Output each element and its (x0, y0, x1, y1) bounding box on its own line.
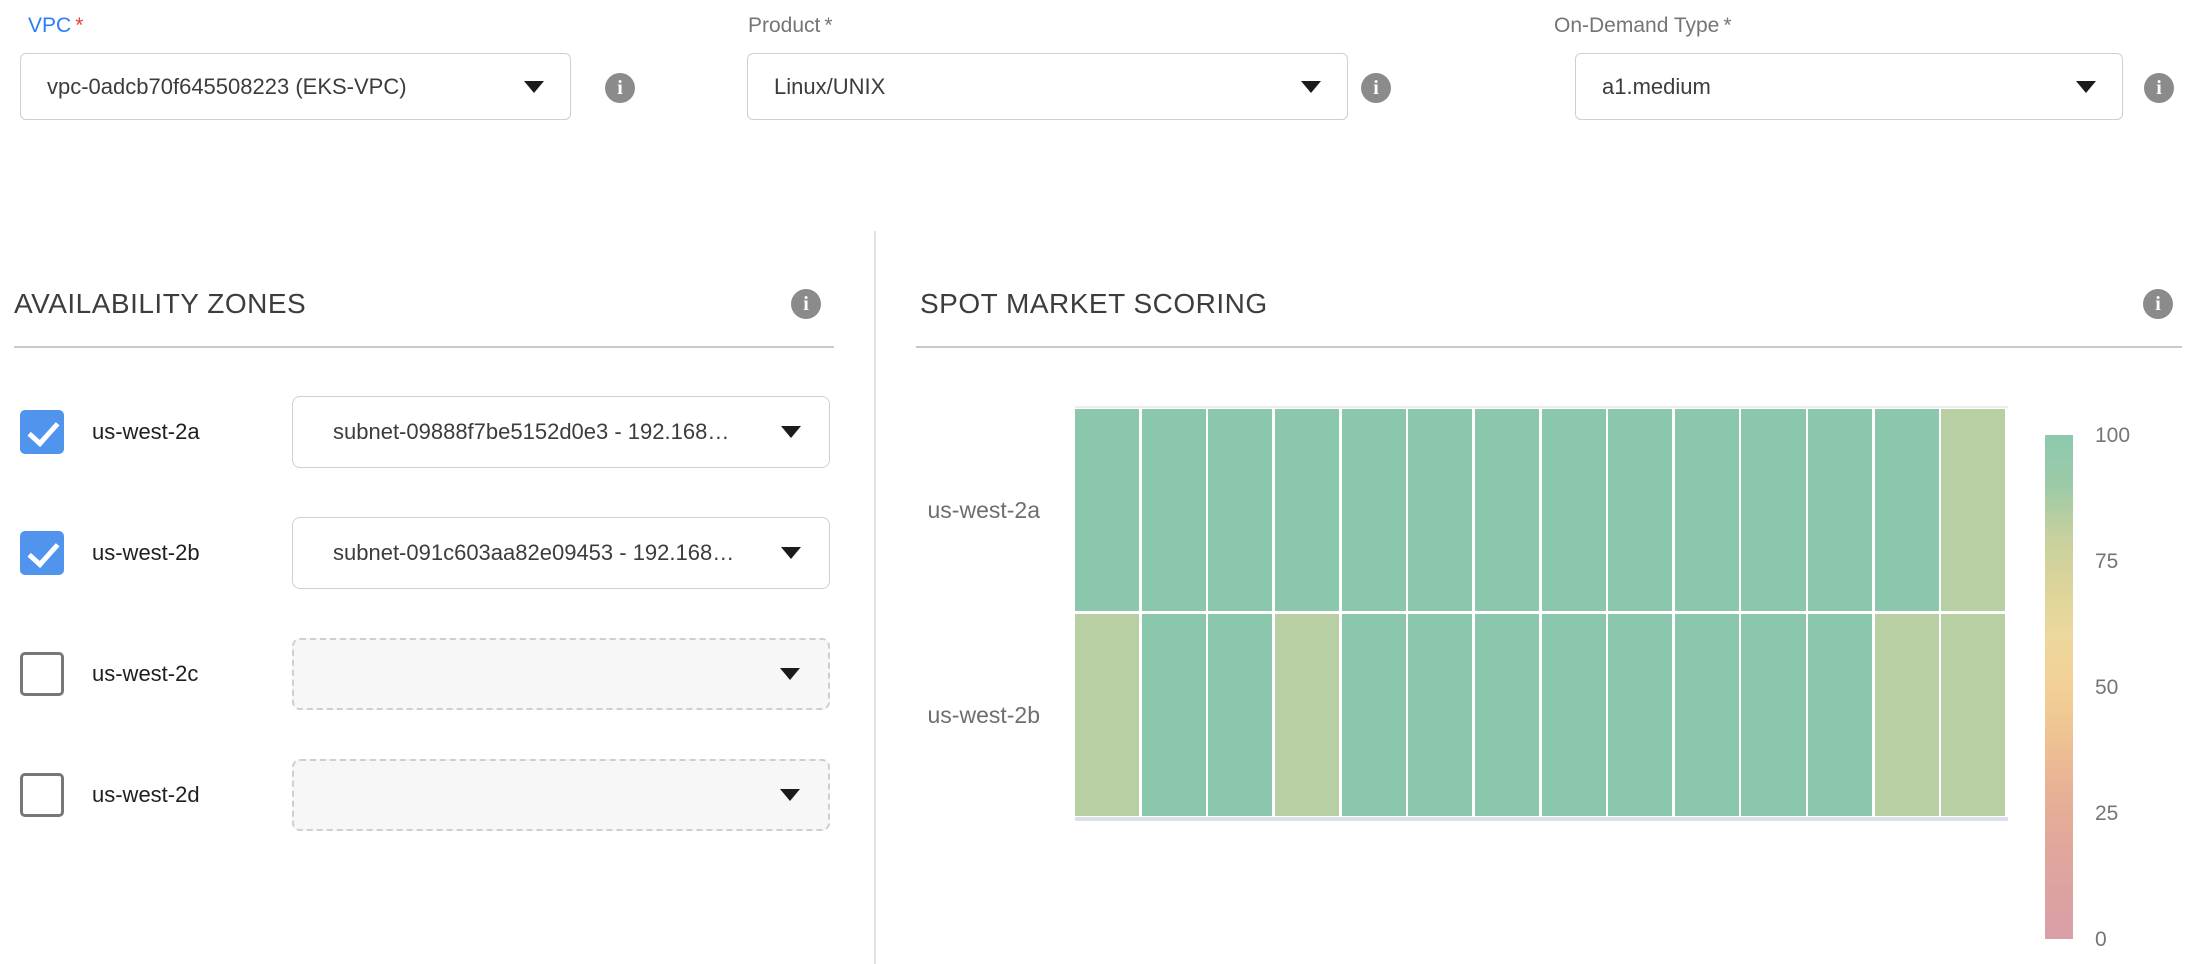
info-icon[interactable]: i (1361, 73, 1391, 103)
heatmap-cell-us-west-2a-t2.large (1675, 409, 1739, 611)
vpc-label-text: VPC (28, 14, 71, 37)
on-demand-type-select-value: a1.medium (1602, 74, 1711, 100)
product-select-value: Linux/UNIX (774, 74, 885, 100)
product-required-asterisk: * (824, 14, 832, 37)
colorbar-tick-label-100: 100 (2095, 424, 2130, 448)
spot-market-scoring-title: SPOT MARKET SCORING (920, 288, 1268, 320)
heatmap-cell-us-west-2a-a1.medium (1075, 409, 1139, 611)
caret-down-icon (1301, 81, 1321, 93)
vpc-label: VPC* (28, 14, 83, 38)
heatmap-cell-us-west-2a-t2.medium (1608, 409, 1672, 611)
caret-down-icon (524, 81, 544, 93)
heatmap-cell-us-west-2a-m6gd.medium (1875, 409, 1939, 611)
az-row-us-west-2c: us-west-2c (0, 638, 874, 710)
heatmap-cell-us-west-2b-m1.large (1342, 614, 1406, 816)
heatmap-cell-us-west-2a-a1.large (1275, 409, 1339, 611)
heatmap-cell-us-west-2b-m3.large (1408, 614, 1472, 816)
colorbar-tick-label-75: 75 (2095, 550, 2118, 574)
subnet-select-us-west-2a[interactable]: subnet-09888f7be5152d0e3 - 192.168… (292, 396, 830, 468)
heatmap-cell-us-west-2b-m6g.large (1808, 614, 1872, 816)
product-label-text: Product (748, 14, 820, 37)
spot-configuration-page: VPC* vpc-0adcb70f645508223 (EKS-VPC) i P… (0, 0, 2196, 964)
heatmap-row-label-us-west-2b: us-west-2b (870, 702, 1040, 729)
info-icon[interactable]: i (2144, 73, 2174, 103)
panel-divider (874, 231, 876, 964)
az-row-us-west-2b: us-west-2b subnet-091c603aa82e09453 - 192… (0, 517, 874, 589)
heatmap-cell-us-west-2b-t2.medium (1608, 614, 1672, 816)
az-label-us-west-2c: us-west-2c (92, 638, 198, 710)
subnet-select-value: subnet-09888f7be5152d0e3 - 192.168… (333, 419, 729, 445)
caret-down-icon (781, 426, 801, 438)
info-icon[interactable]: i (2143, 289, 2173, 319)
caret-down-icon (2076, 81, 2096, 93)
on-demand-type-label-text: On-Demand Type (1554, 14, 1719, 37)
subnet-select-us-west-2b[interactable]: subnet-091c603aa82e09453 - 192.168… (292, 517, 830, 589)
colorbar-tick-label-50: 50 (2095, 676, 2118, 700)
info-icon[interactable]: i (605, 73, 635, 103)
spot-market-scoring-divider (916, 346, 2182, 348)
product-select[interactable]: Linux/UNIX (747, 53, 1348, 120)
availability-zones-title: AVAILABILITY ZONES (14, 288, 306, 320)
heatmap-cell-us-west-2b-a1.medium (1075, 614, 1139, 816)
heatmap-cell-us-west-2b-m3.medium (1208, 614, 1272, 816)
az-row-us-west-2d: us-west-2d (0, 759, 874, 831)
heatmap-cell-us-west-2b-t2.small (1542, 614, 1606, 816)
subnet-select-value: subnet-091c603aa82e09453 - 192.168… (333, 540, 734, 566)
vpc-select-value: vpc-0adcb70f645508223 (EKS-VPC) (47, 74, 407, 100)
az-checkbox-us-west-2a[interactable] (20, 410, 64, 454)
heatmap-cell-us-west-2a-m6g.medium (1741, 409, 1805, 611)
heatmap-cell-us-west-2b-t2.large (1675, 614, 1739, 816)
caret-down-icon (780, 789, 800, 801)
on-demand-type-label: On-Demand Type* (1554, 14, 1732, 38)
heatmap-cell-us-west-2b-m6gd.medium (1875, 614, 1939, 816)
caret-down-icon (781, 547, 801, 559)
info-icon[interactable]: i (791, 289, 821, 319)
heatmap-cell-us-west-2b-m1.medium (1142, 614, 1206, 816)
heatmap-cell-us-west-2a-m3.large (1408, 409, 1472, 611)
heatmap-colorbar (2045, 435, 2073, 939)
heatmap-axis-line (1075, 817, 2008, 821)
az-checkbox-us-west-2c[interactable] (20, 652, 64, 696)
colorbar-tick-label-0: 0 (2095, 928, 2107, 952)
heatmap-cell-us-west-2b-m6g.medium (1741, 614, 1805, 816)
heatmap-top-border (1075, 406, 2008, 408)
heatmap-cell-us-west-2b-m6gd.large (1941, 614, 2005, 816)
heatmap-row-label-us-west-2a: us-west-2a (870, 497, 1040, 524)
caret-down-icon (780, 668, 800, 680)
az-label-us-west-2d: us-west-2d (92, 759, 200, 831)
heatmap-cell-us-west-2a-m6g.large (1808, 409, 1872, 611)
colorbar-tick-label-25: 25 (2095, 802, 2118, 826)
availability-zones-divider (14, 346, 834, 348)
heatmap-cell-us-west-2a-m1.large (1342, 409, 1406, 611)
on-demand-type-required-asterisk: * (1723, 14, 1731, 37)
heatmap-cell-us-west-2b-m1.small (1475, 614, 1539, 816)
az-row-us-west-2a: us-west-2a subnet-09888f7be5152d0e3 - 192… (0, 396, 874, 468)
az-checkbox-us-west-2d[interactable] (20, 773, 64, 817)
on-demand-type-select[interactable]: a1.medium (1575, 53, 2123, 120)
vpc-required-asterisk: * (75, 14, 83, 37)
vpc-select[interactable]: vpc-0adcb70f645508223 (EKS-VPC) (20, 53, 571, 120)
heatmap-cell-us-west-2b-a1.large (1275, 614, 1339, 816)
heatmap-cell-us-west-2a-m3.medium (1208, 409, 1272, 611)
az-label-us-west-2b: us-west-2b (92, 517, 200, 589)
heatmap-cell-us-west-2a-t2.small (1542, 409, 1606, 611)
product-label: Product* (748, 14, 833, 38)
subnet-select-us-west-2d[interactable] (292, 759, 830, 831)
heatmap-cell-us-west-2a-m1.medium (1142, 409, 1206, 611)
az-label-us-west-2a: us-west-2a (92, 396, 200, 468)
az-checkbox-us-west-2b[interactable] (20, 531, 64, 575)
heatmap-cell-us-west-2a-m1.small (1475, 409, 1539, 611)
subnet-select-us-west-2c[interactable] (292, 638, 830, 710)
heatmap-cell-us-west-2a-m6gd.large (1941, 409, 2005, 611)
